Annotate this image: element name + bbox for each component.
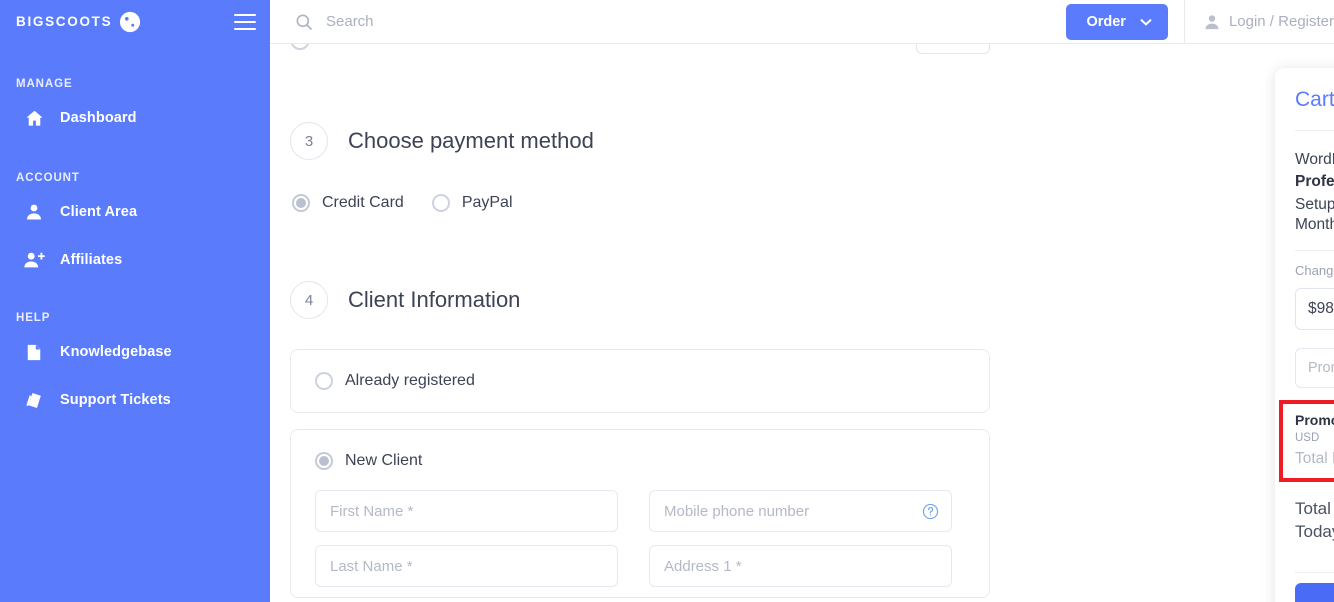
cart-line-label: Monthly (1295, 215, 1334, 233)
payment-option-paypal[interactable]: PayPal (431, 194, 513, 212)
step-3-header: 3 Choose payment method (290, 122, 990, 160)
new-client-label: New Client (345, 452, 423, 469)
radio-already-registered[interactable] (315, 372, 333, 390)
hamburger-bar (234, 14, 256, 16)
last-name-field[interactable]: Last Name * (315, 545, 618, 587)
field-placeholder: Address 1 * (664, 557, 742, 575)
already-registered-option[interactable]: Already registered (315, 372, 965, 390)
total-due-today-row: Total Due Today: $79.16 USD (1295, 498, 1334, 550)
step-4-client-information: 4 Client Information Already registered … (290, 281, 990, 598)
already-registered-label: Already registered (345, 372, 475, 389)
quantity-field[interactable]: 10 (916, 44, 990, 54)
billing-cycle-select-wrap: $98.95 USD Monthly (1295, 287, 1334, 330)
hamburger-menu-icon[interactable] (234, 14, 256, 30)
order-button-label: Order (1086, 13, 1126, 30)
login-register-link[interactable]: Login / Register (1185, 13, 1334, 31)
step-3-title: Choose payment method (348, 128, 594, 153)
payment-method-options: Credit Card PayPal (290, 194, 990, 212)
sidebar-item-dashboard[interactable]: Dashboard (0, 98, 270, 138)
step-4-header: 4 Client Information (290, 281, 990, 319)
home-icon (22, 106, 46, 130)
document-icon (22, 340, 46, 364)
promotional-code-applied-label: Promotional code: (1295, 411, 1334, 428)
new-client-option[interactable]: New Client (315, 452, 965, 470)
mobile-phone-field[interactable]: Mobile phone number (649, 490, 952, 532)
payment-option-label: PayPal (461, 194, 513, 211)
ticket-icon (22, 388, 46, 412)
hamburger-bar (234, 28, 256, 30)
cart-divider-3 (1295, 571, 1334, 573)
sidebar-item-affiliates[interactable]: Affiliates (0, 240, 270, 280)
sidebar-item-label: Support Tickets (60, 392, 171, 408)
checkout-button[interactable] (1295, 582, 1334, 602)
total-due-today-label: Total Due Today: (1295, 498, 1334, 541)
user-add-icon (22, 248, 46, 272)
brand-name: BIGSCOOTS (16, 14, 113, 30)
sidebar-section-account: ACCOUNT (16, 172, 80, 184)
main-content: 10 3 Choose payment method Credit Card P… (270, 44, 1334, 602)
payment-option-label: Credit Card (322, 194, 404, 211)
user-icon (22, 200, 46, 224)
radio-new-client[interactable] (315, 452, 333, 470)
field-placeholder: Last Name * (330, 557, 413, 575)
cart-line-monthly: Monthly $98.95 USD (1295, 216, 1334, 234)
field-placeholder: Mobile phone number (664, 502, 810, 520)
sidebar-item-label: Knowledgebase (60, 344, 172, 360)
cart-summary-title: Cart summary (1295, 88, 1334, 111)
new-client-card: New Client First Name * Mobile phone num… (290, 429, 990, 598)
sidebar-item-support-tickets[interactable]: Support Tickets (0, 380, 270, 420)
promotional-code-applied-row: Promotional code:J7BMEPKD25VJ - $19.79 U… (1295, 412, 1334, 444)
payment-option-credit-card[interactable]: Credit Card (292, 194, 404, 212)
sidebar-item-client-area[interactable]: Client Area (0, 192, 270, 232)
cart-divider-2 (1295, 249, 1334, 251)
step-4-title: Client Information (348, 287, 521, 312)
search-input[interactable] (326, 13, 646, 30)
cart-product-prefix: WordPress Optimized Servers - (1295, 151, 1334, 168)
hamburger-bar (234, 21, 256, 23)
already-registered-card[interactable]: Already registered (290, 349, 990, 413)
sidebar-item-label: Client Area (60, 204, 138, 220)
sidebar-section-manage: MANAGE (16, 78, 73, 90)
right-pane: Order Login / Register 10 (270, 0, 1334, 602)
step-4-number: 4 (290, 281, 328, 319)
partial-scrolled-row: 10 (290, 44, 990, 72)
promotional-code-row: Submit (1295, 347, 1334, 388)
user-avatar-icon (1203, 13, 1221, 31)
cart-product-name: WordPress Optimized Servers - WPO Profes… (1295, 149, 1334, 194)
sidebar-item-label: Affiliates (60, 252, 123, 268)
step-3-payment-method: 3 Choose payment method Credit Card PayP… (290, 122, 990, 212)
first-name-field[interactable]: First Name * (315, 490, 618, 532)
cart-line-label: Setup Fee (1295, 195, 1334, 213)
address-1-field[interactable]: Address 1 * (649, 545, 952, 587)
billing-cycle-label: Change billing cycle (1295, 262, 1334, 278)
field-placeholder: First Name * (330, 502, 414, 520)
partial-radio[interactable] (290, 44, 310, 50)
login-register-label: Login / Register (1228, 13, 1334, 30)
sidebar: BIGSCOOTS MANAGE Dashboard ACCOUNT Clien… (0, 0, 270, 602)
chevron-down-icon (1140, 18, 1152, 26)
question-mark-icon[interactable] (922, 503, 939, 520)
search-icon (294, 12, 314, 32)
order-button[interactable]: Order (1066, 3, 1168, 40)
cart-summary-panel: Cart summary WordPress Optimized Servers… (1275, 68, 1334, 602)
search-group[interactable] (270, 12, 1066, 32)
brand-logo-group[interactable]: BIGSCOOTS (16, 11, 141, 33)
sidebar-item-knowledgebase[interactable]: Knowledgebase (0, 332, 270, 372)
total-recurring-label: Total Recurring: (1295, 449, 1334, 467)
sidebar-item-label: Dashboard (60, 110, 137, 126)
sidebar-section-help: HELP (16, 312, 51, 324)
cart-divider (1295, 130, 1334, 131)
radio-credit-card[interactable] (292, 194, 310, 212)
client-fields-grid: First Name * Mobile phone number Last Na… (315, 490, 965, 587)
page-root: BIGSCOOTS MANAGE Dashboard ACCOUNT Clien… (0, 0, 1334, 602)
globe-scooter-logo-icon (119, 11, 141, 33)
radio-paypal[interactable] (431, 194, 450, 212)
sidebar-header: BIGSCOOTS (0, 0, 270, 44)
promotional-code-input[interactable] (1295, 347, 1334, 388)
cart-line-setup-fee: Setup Fee $0.00 USD (1295, 196, 1334, 214)
billing-cycle-select[interactable]: $98.95 USD Monthly (1295, 287, 1334, 330)
promotional-code-applied-highlight: Promotional code:J7BMEPKD25VJ - $19.79 U… (1279, 399, 1334, 482)
top-header: Order Login / Register (270, 0, 1334, 44)
step-3-number: 3 (290, 122, 328, 160)
